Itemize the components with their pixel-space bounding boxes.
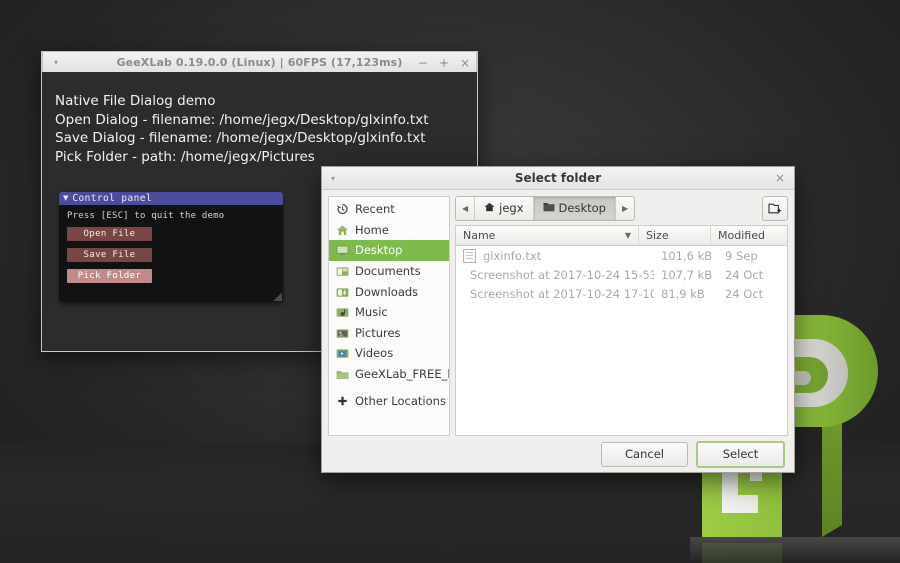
file-list-header[interactable]: Name ▼ Size Modified — [456, 226, 787, 246]
recent-icon — [336, 203, 349, 215]
pictures-icon — [336, 327, 349, 339]
control-panel-header[interactable]: ▼ Control panel — [59, 192, 283, 205]
breadcrumb-label: Desktop — [558, 201, 606, 215]
videos-icon — [336, 347, 349, 359]
demo-line-pick-folder: Pick Folder - path: /home/jegx/Pictures — [55, 148, 315, 165]
pick-folder-button[interactable]: Pick Folder — [67, 269, 152, 283]
sidebar-item-label: Music — [355, 305, 388, 320]
dialog-title: Select folder — [514, 171, 602, 185]
collapse-triangle-icon[interactable]: ▼ — [63, 195, 68, 202]
home-icon — [336, 224, 349, 236]
breadcrumb-item-desktop[interactable]: Desktop — [533, 196, 616, 220]
downloads-icon — [336, 286, 349, 298]
demo-line-save-dialog: Save Dialog - filename: /home/jegx/Deskt… — [55, 130, 426, 146]
column-label: Name — [463, 229, 496, 242]
resize-grip-icon[interactable] — [273, 292, 282, 301]
sort-descending-icon[interactable]: ▼ — [625, 231, 631, 240]
desktop-icon — [336, 244, 349, 256]
table-row[interactable]: glxinfo.txt 101,6 kB 9 Sep — [456, 246, 787, 265]
documents-icon — [336, 265, 349, 277]
sidebar-item-music[interactable]: Music — [329, 302, 449, 323]
plus-icon — [336, 395, 349, 407]
sidebar-item-label: Pictures — [355, 325, 401, 340]
file-name: Screenshot at 2017-10-24 15-53-14.png — [470, 267, 654, 282]
geexlab-window-controls[interactable]: − + × — [418, 52, 470, 73]
sidebar-item-recent[interactable]: Recent — [329, 199, 449, 220]
file-modified: 24 Oct — [725, 286, 764, 301]
cancel-button[interactable]: Cancel — [601, 441, 688, 467]
sidebar-item-downloads[interactable]: Downloads — [329, 281, 449, 302]
file-size: 107,7 kB — [661, 267, 713, 282]
file-name-cell: Screenshot at 2017-10-24 17-10-48.png — [456, 287, 654, 301]
demo-line-title: Native File Dialog demo — [55, 93, 216, 109]
sidebar-item-desktop[interactable]: Desktop — [329, 240, 449, 261]
path-bar[interactable]: ◀ jegx Desktop ▶ — [455, 195, 788, 221]
sidebar-item-label: Recent — [355, 202, 395, 217]
sidebar-item-geexlab-free-linux64[interactable]: GeeXLab_FREE_linux64 — [329, 364, 449, 385]
file-name-cell: Screenshot at 2017-10-24 15-53-14.png — [456, 268, 654, 282]
maximize-button[interactable]: + — [439, 57, 449, 69]
file-name-cell: glxinfo.txt — [456, 248, 654, 263]
breadcrumb-label: jegx — [499, 201, 524, 215]
new-folder-icon[interactable] — [762, 195, 788, 221]
control-panel-hint: Press [ESC] to quit the demo — [67, 211, 225, 221]
sidebar-item-videos[interactable]: Videos — [329, 343, 449, 364]
file-modified: 24 Oct — [725, 267, 764, 282]
music-icon — [336, 306, 349, 318]
home-icon — [484, 201, 495, 215]
control-panel[interactable]: ▼ Control panel Press [ESC] to quit the … — [59, 192, 283, 302]
table-row[interactable]: Screenshot at 2017-10-24 17-10-48.png 81… — [456, 284, 787, 303]
control-panel-title: Control panel — [72, 193, 152, 204]
sidebar-item-home[interactable]: Home — [329, 220, 449, 241]
dialog-content-pane: ◀ jegx Desktop ▶ Name ▼ Size Modified gl… — [455, 195, 788, 436]
column-header-name[interactable]: Name ▼ — [456, 226, 639, 245]
forward-button[interactable]: ▶ — [616, 197, 634, 220]
select-folder-dialog[interactable]: ▾ Select folder × Recent Home Desktop Do… — [321, 166, 795, 473]
select-button[interactable]: Select — [696, 440, 785, 468]
text-file-icon — [463, 248, 476, 263]
chevron-down-icon[interactable]: ▾ — [51, 58, 61, 68]
desktop-background: ▾ GeeXLab 0.19.0.0 (Linux) | 60FPS (17,1… — [0, 0, 900, 563]
places-sidebar[interactable]: Recent Home Desktop Documents Downloads … — [328, 196, 450, 436]
close-button[interactable]: × — [460, 57, 470, 69]
open-file-button[interactable]: Open File — [67, 227, 152, 241]
folder-icon — [543, 201, 555, 215]
save-file-button[interactable]: Save File — [67, 248, 152, 262]
minimize-button[interactable]: − — [418, 57, 428, 69]
sidebar-item-documents[interactable]: Documents — [329, 261, 449, 282]
geexlab-window-title: GeeXLab 0.19.0.0 (Linux) | 60FPS (17,123… — [116, 56, 403, 69]
sidebar-item-label: Home — [355, 222, 389, 237]
sidebar-item-label: Documents — [355, 264, 421, 279]
sidebar-item-pictures[interactable]: Pictures — [329, 323, 449, 344]
table-row[interactable]: Screenshot at 2017-10-24 15-53-14.png 10… — [456, 265, 787, 284]
column-header-size[interactable]: Size — [639, 226, 711, 245]
file-modified: 9 Sep — [725, 248, 758, 263]
dialog-titlebar[interactable]: ▾ Select folder × — [322, 167, 794, 190]
back-button[interactable]: ◀ — [456, 196, 476, 220]
file-size: 81,9 kB — [661, 286, 705, 301]
dialog-action-bar: Cancel Select — [322, 436, 794, 472]
chevron-down-icon[interactable]: ▾ — [331, 174, 335, 183]
column-header-modified[interactable]: Modified — [711, 226, 787, 245]
file-name: Screenshot at 2017-10-24 17-10-48.png — [470, 286, 654, 301]
sidebar-item-label: Downloads — [355, 284, 419, 299]
folder-icon — [336, 368, 349, 380]
demo-line-open-dialog: Open Dialog - filename: /home/jegx/Deskt… — [55, 111, 429, 128]
sidebar-item-label: GeeXLab_FREE_linux64 — [355, 367, 449, 382]
dialog-body: Recent Home Desktop Documents Downloads … — [322, 190, 794, 436]
close-icon[interactable]: × — [775, 172, 785, 184]
sidebar-item-other-locations[interactable]: Other Locations — [329, 390, 449, 411]
breadcrumb-item-jegx[interactable]: jegx — [475, 196, 534, 220]
column-label: Size — [646, 229, 669, 242]
breadcrumb[interactable]: ◀ jegx Desktop ▶ — [455, 195, 636, 221]
sidebar-item-label: Other Locations — [355, 393, 446, 408]
file-size: 101,6 kB — [661, 248, 713, 263]
geexlab-titlebar[interactable]: ▾ GeeXLab 0.19.0.0 (Linux) | 60FPS (17,1… — [42, 51, 477, 74]
sidebar-item-label: Desktop — [355, 243, 403, 258]
column-label: Modified — [718, 229, 765, 242]
control-panel-body: Press [ESC] to quit the demo Open File S… — [59, 205, 283, 283]
file-name: glxinfo.txt — [483, 248, 542, 263]
sidebar-item-label: Videos — [355, 346, 394, 361]
file-list[interactable]: Name ▼ Size Modified glxinfo.txt 101,6 k… — [455, 225, 788, 436]
